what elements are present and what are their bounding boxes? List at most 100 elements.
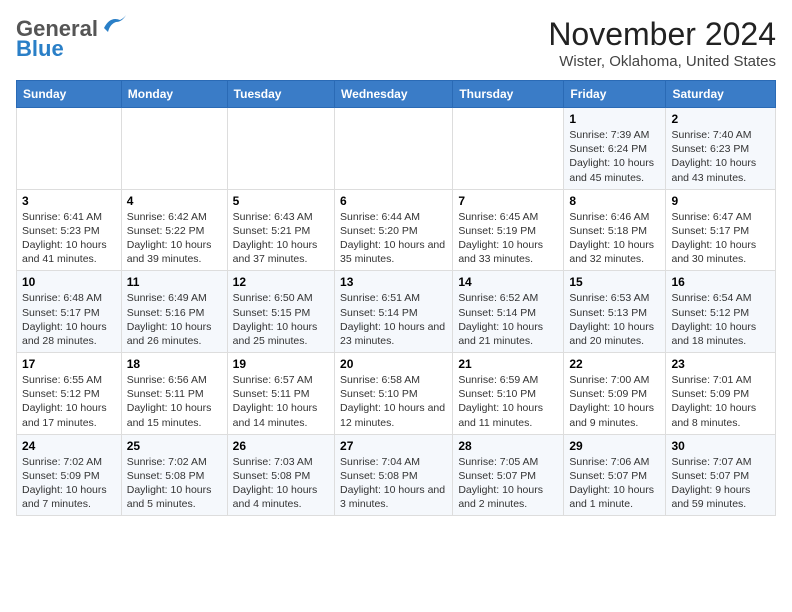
day-detail: Sunrise: 6:45 AM Sunset: 5:19 PM Dayligh…: [458, 210, 558, 267]
day-number: 29: [569, 439, 660, 453]
calendar-week-row: 17 Sunrise: 6:55 AM Sunset: 5:12 PM Dayli…: [17, 353, 776, 435]
calendar-cell: 22 Sunrise: 7:00 AM Sunset: 5:09 PM Dayli…: [564, 353, 666, 435]
calendar-cell: 9 Sunrise: 6:47 AM Sunset: 5:17 PM Daylig…: [666, 189, 776, 271]
calendar-cell: 1Sunrise: 7:39 AM Sunset: 6:24 PM Daylig…: [564, 108, 666, 190]
day-detail: Sunrise: 6:54 AM Sunset: 5:12 PM Dayligh…: [671, 291, 770, 348]
calendar-cell: 15 Sunrise: 6:53 AM Sunset: 5:13 PM Dayli…: [564, 271, 666, 353]
day-detail: Sunrise: 7:03 AM Sunset: 5:08 PM Dayligh…: [233, 455, 329, 512]
day-number: 8: [569, 194, 660, 208]
logo: General Blue: [16, 16, 128, 62]
day-number: 16: [671, 275, 770, 289]
day-number: 28: [458, 439, 558, 453]
calendar-week-row: 3 Sunrise: 6:41 AM Sunset: 5:23 PM Daylig…: [17, 189, 776, 271]
calendar-cell: 12 Sunrise: 6:50 AM Sunset: 5:15 PM Dayli…: [227, 271, 334, 353]
calendar-cell: 6 Sunrise: 6:44 AM Sunset: 5:20 PM Daylig…: [335, 189, 453, 271]
day-number: 21: [458, 357, 558, 371]
calendar-cell: [227, 108, 334, 190]
calendar-cell: 18Sunrise: 6:56 AM Sunset: 5:11 PM Dayli…: [121, 353, 227, 435]
calendar-cell: 27 Sunrise: 7:04 AM Sunset: 5:08 PM Dayli…: [335, 434, 453, 516]
day-detail: Sunrise: 6:52 AM Sunset: 5:14 PM Dayligh…: [458, 291, 558, 348]
day-of-week-header: Monday: [121, 81, 227, 108]
day-number: 12: [233, 275, 329, 289]
calendar-cell: 29 Sunrise: 7:06 AM Sunset: 5:07 PM Dayli…: [564, 434, 666, 516]
day-number: 4: [127, 194, 222, 208]
calendar-cell: 11 Sunrise: 6:49 AM Sunset: 5:16 PM Dayli…: [121, 271, 227, 353]
day-detail: Sunrise: 6:59 AM Sunset: 5:10 PM Dayligh…: [458, 373, 558, 430]
day-number: 24: [22, 439, 116, 453]
month-title: November 2024: [548, 16, 776, 53]
calendar-cell: 7 Sunrise: 6:45 AM Sunset: 5:19 PM Daylig…: [453, 189, 564, 271]
day-detail: Sunrise: 7:04 AM Sunset: 5:08 PM Dayligh…: [340, 455, 447, 512]
day-detail: Sunrise: 6:41 AM Sunset: 5:23 PM Dayligh…: [22, 210, 116, 267]
calendar-cell: 2Sunrise: 7:40 AM Sunset: 6:23 PM Daylig…: [666, 108, 776, 190]
calendar-cell: 28Sunrise: 7:05 AM Sunset: 5:07 PM Dayli…: [453, 434, 564, 516]
day-detail: Sunrise: 6:43 AM Sunset: 5:21 PM Dayligh…: [233, 210, 329, 267]
day-number: 27: [340, 439, 447, 453]
day-number: 5: [233, 194, 329, 208]
location-subtitle: Wister, Oklahoma, United States: [548, 53, 776, 70]
day-detail: Sunrise: 6:48 AM Sunset: 5:17 PM Dayligh…: [22, 291, 116, 348]
day-number: 7: [458, 194, 558, 208]
day-detail: Sunrise: 7:00 AM Sunset: 5:09 PM Dayligh…: [569, 373, 660, 430]
calendar-cell: 8 Sunrise: 6:46 AM Sunset: 5:18 PM Daylig…: [564, 189, 666, 271]
day-detail: Sunrise: 6:47 AM Sunset: 5:17 PM Dayligh…: [671, 210, 770, 267]
day-of-week-header: Sunday: [17, 81, 122, 108]
calendar-cell: 19 Sunrise: 6:57 AM Sunset: 5:11 PM Dayli…: [227, 353, 334, 435]
day-detail: Sunrise: 6:56 AM Sunset: 5:11 PM Dayligh…: [127, 373, 222, 430]
day-number: 23: [671, 357, 770, 371]
day-number: 1: [569, 112, 660, 126]
calendar-cell: 3 Sunrise: 6:41 AM Sunset: 5:23 PM Daylig…: [17, 189, 122, 271]
calendar-cell: [335, 108, 453, 190]
calendar-cell: [17, 108, 122, 190]
day-of-week-header: Thursday: [453, 81, 564, 108]
calendar-cell: 10 Sunrise: 6:48 AM Sunset: 5:17 PM Dayli…: [17, 271, 122, 353]
calendar-cell: 21 Sunrise: 6:59 AM Sunset: 5:10 PM Dayli…: [453, 353, 564, 435]
day-number: 13: [340, 275, 447, 289]
calendar-cell: 13 Sunrise: 6:51 AM Sunset: 5:14 PM Dayli…: [335, 271, 453, 353]
day-detail: Sunrise: 6:53 AM Sunset: 5:13 PM Dayligh…: [569, 291, 660, 348]
day-number: 25: [127, 439, 222, 453]
calendar-cell: 24Sunrise: 7:02 AM Sunset: 5:09 PM Dayli…: [17, 434, 122, 516]
day-detail: Sunrise: 6:57 AM Sunset: 5:11 PM Dayligh…: [233, 373, 329, 430]
day-number: 3: [22, 194, 116, 208]
day-detail: Sunrise: 6:46 AM Sunset: 5:18 PM Dayligh…: [569, 210, 660, 267]
logo-blue: Blue: [16, 36, 64, 62]
calendar-cell: 16 Sunrise: 6:54 AM Sunset: 5:12 PM Dayli…: [666, 271, 776, 353]
day-detail: Sunrise: 7:07 AM Sunset: 5:07 PM Dayligh…: [671, 455, 770, 512]
day-of-week-header: Tuesday: [227, 81, 334, 108]
day-detail: Sunrise: 6:51 AM Sunset: 5:14 PM Dayligh…: [340, 291, 447, 348]
day-number: 9: [671, 194, 770, 208]
day-detail: Sunrise: 6:49 AM Sunset: 5:16 PM Dayligh…: [127, 291, 222, 348]
calendar-table: SundayMondayTuesdayWednesdayThursdayFrid…: [16, 80, 776, 516]
day-detail: Sunrise: 6:58 AM Sunset: 5:10 PM Dayligh…: [340, 373, 447, 430]
calendar-week-row: 10 Sunrise: 6:48 AM Sunset: 5:17 PM Dayli…: [17, 271, 776, 353]
day-number: 26: [233, 439, 329, 453]
day-detail: Sunrise: 7:06 AM Sunset: 5:07 PM Dayligh…: [569, 455, 660, 512]
calendar-header-row: SundayMondayTuesdayWednesdayThursdayFrid…: [17, 81, 776, 108]
calendar-cell: 30 Sunrise: 7:07 AM Sunset: 5:07 PM Dayli…: [666, 434, 776, 516]
calendar-cell: 23 Sunrise: 7:01 AM Sunset: 5:09 PM Dayli…: [666, 353, 776, 435]
logo-bird-icon: [100, 14, 128, 36]
day-number: 30: [671, 439, 770, 453]
day-detail: Sunrise: 6:55 AM Sunset: 5:12 PM Dayligh…: [22, 373, 116, 430]
calendar-cell: 17 Sunrise: 6:55 AM Sunset: 5:12 PM Dayli…: [17, 353, 122, 435]
day-of-week-header: Friday: [564, 81, 666, 108]
day-number: 17: [22, 357, 116, 371]
day-detail: Sunrise: 6:50 AM Sunset: 5:15 PM Dayligh…: [233, 291, 329, 348]
calendar-cell: 20Sunrise: 6:58 AM Sunset: 5:10 PM Dayli…: [335, 353, 453, 435]
day-detail: Sunrise: 7:02 AM Sunset: 5:08 PM Dayligh…: [127, 455, 222, 512]
day-number: 10: [22, 275, 116, 289]
page-header: General Blue November 2024 Wister, Oklah…: [16, 16, 776, 70]
calendar-cell: 4 Sunrise: 6:42 AM Sunset: 5:22 PM Daylig…: [121, 189, 227, 271]
day-number: 19: [233, 357, 329, 371]
day-detail: Sunrise: 6:42 AM Sunset: 5:22 PM Dayligh…: [127, 210, 222, 267]
day-detail: Sunrise: 7:01 AM Sunset: 5:09 PM Dayligh…: [671, 373, 770, 430]
day-number: 6: [340, 194, 447, 208]
calendar-week-row: 1Sunrise: 7:39 AM Sunset: 6:24 PM Daylig…: [17, 108, 776, 190]
day-number: 11: [127, 275, 222, 289]
calendar-cell: 25 Sunrise: 7:02 AM Sunset: 5:08 PM Dayli…: [121, 434, 227, 516]
day-detail: Sunrise: 6:44 AM Sunset: 5:20 PM Dayligh…: [340, 210, 447, 267]
day-number: 15: [569, 275, 660, 289]
day-number: 22: [569, 357, 660, 371]
day-of-week-header: Wednesday: [335, 81, 453, 108]
